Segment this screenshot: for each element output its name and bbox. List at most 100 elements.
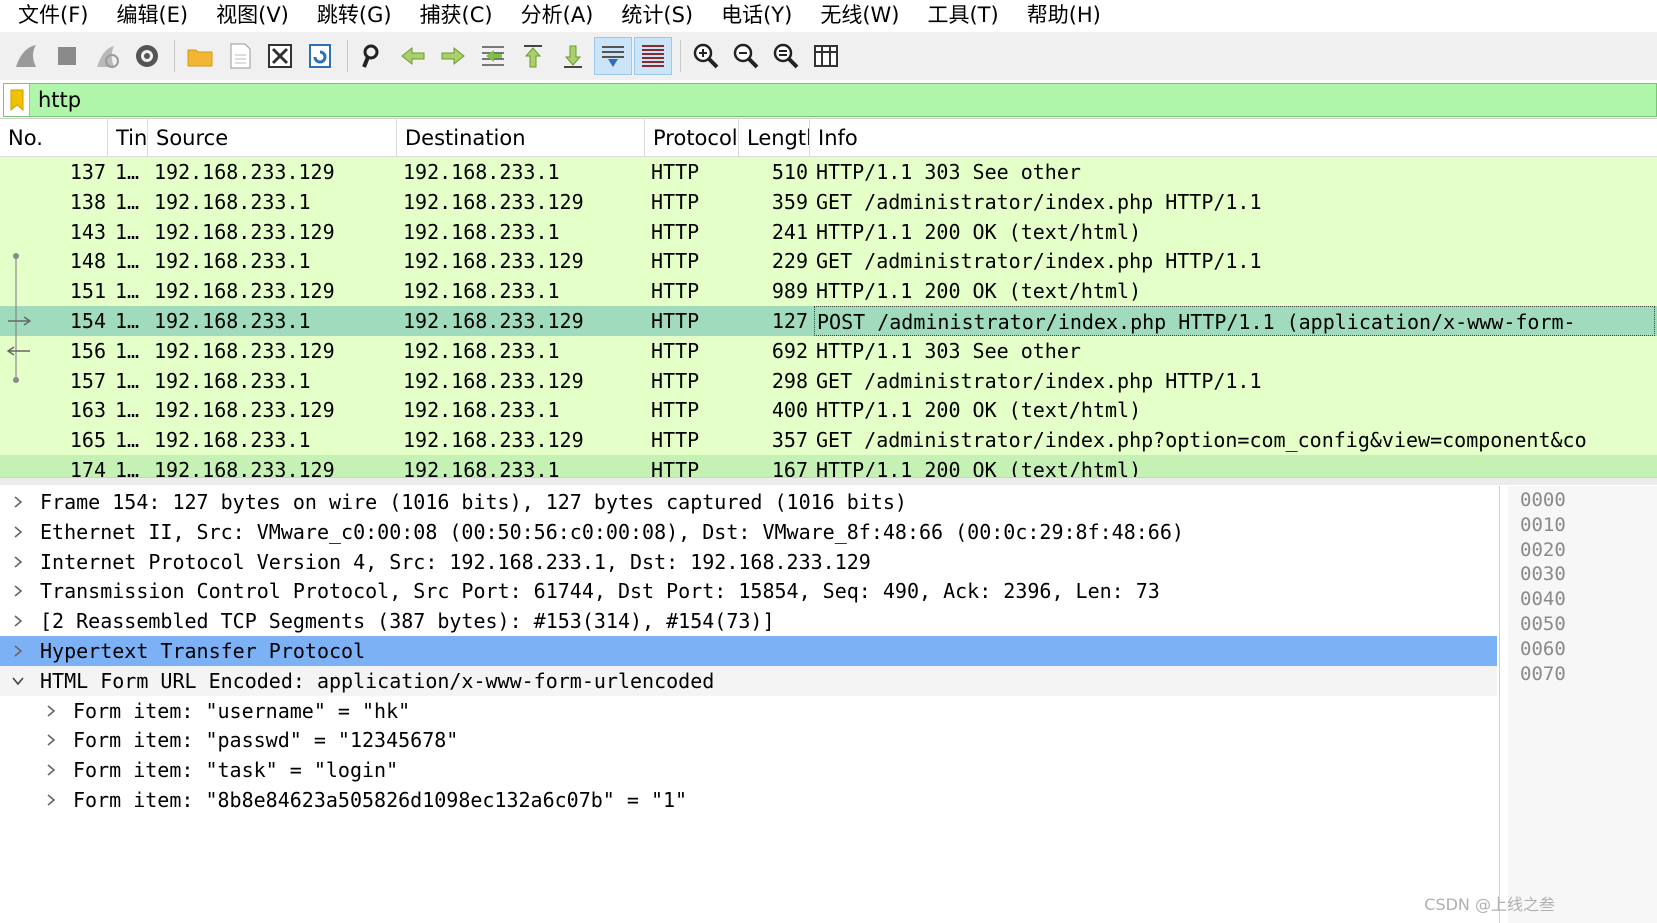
capture-options-icon[interactable] <box>128 37 166 75</box>
chevron-right-icon[interactable] <box>8 576 28 606</box>
menu-item-7[interactable]: 电话(Y) <box>707 0 806 32</box>
packet-cell-time: 1… <box>115 279 140 304</box>
detail-tree-item[interactable]: Form item: "username" = "hk" <box>0 696 1497 726</box>
detail-tree-item[interactable]: Form item: "task" = "login" <box>0 755 1497 785</box>
related-packet-marker <box>2 395 34 425</box>
packet-cell-destination: 192.168.233.129 <box>403 249 584 274</box>
packet-row[interactable]: 138 1… 192.168.233.1 192.168.233.129 HTTP 359… <box>0 186 1657 217</box>
shark-fin-start-icon[interactable] <box>8 37 46 75</box>
chevron-right-icon[interactable] <box>41 725 61 755</box>
packet-row[interactable]: 151 1… 192.168.233.129 192.168.233.1 HTTP 989… <box>0 276 1657 307</box>
autoscroll-icon[interactable] <box>594 37 632 75</box>
column-header-protocol[interactable]: Protocol <box>645 119 739 157</box>
last-packet-icon[interactable] <box>554 37 592 75</box>
menu-item-10[interactable]: 帮助(H) <box>1013 0 1115 32</box>
chevron-right-icon[interactable] <box>8 547 28 577</box>
display-filter-bar <box>3 83 1657 117</box>
packet-cell-no: 156 <box>69 338 106 363</box>
zoom-in-icon[interactable] <box>687 37 725 75</box>
packet-cell-time: 1… <box>115 160 140 184</box>
packet-row[interactable]: 157 1… 192.168.233.1 192.168.233.129 HTTP 298… <box>0 365 1657 396</box>
column-header-info[interactable]: Info <box>810 119 1657 157</box>
packet-cell-destination: 192.168.233.129 <box>403 368 584 393</box>
column-header-no[interactable]: No. <box>0 119 108 157</box>
resize-columns-icon[interactable] <box>807 37 845 75</box>
open-file-icon[interactable] <box>181 37 219 75</box>
column-header-length[interactable]: Lengtl <box>739 119 810 157</box>
detail-tree-item[interactable]: Frame 154: 127 bytes on wire (1016 bits)… <box>0 487 1497 517</box>
go-to-packet-icon[interactable] <box>474 37 512 75</box>
packet-cell-source: 192.168.233.129 <box>154 160 335 184</box>
menu-item-5[interactable]: 分析(A) <box>507 0 608 32</box>
menu-item-3[interactable]: 跳转(G) <box>303 0 406 32</box>
packet-row[interactable]: 143 1… 192.168.233.129 192.168.233.1 HTTP 241… <box>0 216 1657 247</box>
column-header-time[interactable]: Tin <box>108 119 148 157</box>
packet-cell-length: 127 <box>771 309 808 333</box>
detail-tree-item[interactable]: Hypertext Transfer Protocol <box>0 636 1497 666</box>
related-packet-marker <box>2 306 34 336</box>
detail-tree-item[interactable]: [2 Reassembled TCP Segments (387 bytes):… <box>0 606 1497 636</box>
chevron-right-icon[interactable] <box>8 606 28 636</box>
filter-bookmark-icon[interactable] <box>4 84 30 116</box>
zoom-out-icon[interactable] <box>727 37 765 75</box>
chevron-right-icon[interactable] <box>41 785 61 815</box>
display-filter-input[interactable] <box>30 84 1656 116</box>
menu-item-0[interactable]: 文件(F) <box>4 0 102 32</box>
packet-cell-info: HTTP/1.1 303 See other <box>816 160 1081 184</box>
packet-row[interactable]: 174 1… 192.168.233.129 192.168.233.1 HTTP 167… <box>0 455 1657 477</box>
detail-tree-item[interactable]: Form item: "8b8e84623a505826d1098ec132a6… <box>0 785 1497 815</box>
detail-tree-item[interactable]: Form item: "passwd" = "12345678" <box>0 725 1497 755</box>
colorize-icon[interactable] <box>634 37 672 75</box>
packet-cell-protocol: HTTP <box>651 368 700 393</box>
watermark: CSDN @上线之叁 <box>1424 895 1555 914</box>
close-file-icon[interactable] <box>261 37 299 75</box>
detail-tree-item[interactable]: Ethernet II, Src: VMware_c0:00:08 (00:50… <box>0 517 1497 547</box>
menu-item-8[interactable]: 无线(W) <box>806 0 913 32</box>
first-packet-icon[interactable] <box>514 37 552 75</box>
packet-cell-length: 298 <box>771 368 808 393</box>
packet-cell-no: 165 <box>69 428 106 453</box>
menu-item-6[interactable]: 统计(S) <box>607 0 707 32</box>
restart-capture-icon[interactable] <box>88 37 126 75</box>
hex-offset: 0050 <box>1520 613 1566 635</box>
menu-item-2[interactable]: 视图(V) <box>202 0 303 32</box>
menu-item-4[interactable]: 捕获(C) <box>406 0 507 32</box>
go-forward-icon[interactable] <box>434 37 472 75</box>
chevron-down-icon[interactable] <box>8 666 28 696</box>
packet-row[interactable]: 137 1… 192.168.233.129 192.168.233.1 HTTP 510… <box>0 157 1657 187</box>
related-packet-marker <box>2 365 34 396</box>
column-header-destination[interactable]: Destination <box>397 119 645 157</box>
packet-cell-time: 1… <box>115 428 140 453</box>
packet-cell-no: 138 <box>69 189 106 214</box>
packet-cell-info: GET /administrator/index.php HTTP/1.1 <box>816 189 1262 214</box>
save-file-icon[interactable] <box>221 37 259 75</box>
menu-item-1[interactable]: 编辑(E) <box>102 0 202 32</box>
pane-splitter[interactable] <box>0 477 1657 485</box>
chevron-right-icon[interactable] <box>8 487 28 517</box>
column-header-source[interactable]: Source <box>148 119 397 157</box>
packet-row[interactable]: 165 1… 192.168.233.1 192.168.233.129 HTTP 357… <box>0 425 1657 456</box>
find-packet-icon[interactable] <box>354 37 392 75</box>
menu-item-9[interactable]: 工具(T) <box>913 0 1012 32</box>
chevron-right-icon[interactable] <box>8 636 28 666</box>
packet-row[interactable]: 154 1… 192.168.233.1 192.168.233.129 HTTP 127… <box>0 306 1657 336</box>
packet-row[interactable]: 156 1… 192.168.233.129 192.168.233.1 HTTP 692… <box>0 335 1657 366</box>
go-back-icon[interactable] <box>394 37 432 75</box>
packet-cell-info: HTTP/1.1 200 OK (text/html) <box>816 458 1142 477</box>
hex-offset: 0060 <box>1520 637 1566 660</box>
zoom-normal-icon[interactable] <box>767 37 805 75</box>
chevron-right-icon[interactable] <box>41 755 61 785</box>
stop-capture-icon[interactable] <box>48 37 86 75</box>
related-packet-marker <box>2 246 34 277</box>
packet-row[interactable]: 163 1… 192.168.233.129 192.168.233.1 HTTP 400… <box>0 395 1657 426</box>
detail-tree-item[interactable]: Internet Protocol Version 4, Src: 192.16… <box>0 547 1497 577</box>
detail-tree-item[interactable]: Transmission Control Protocol, Src Port:… <box>0 576 1497 606</box>
chevron-right-icon[interactable] <box>41 696 61 726</box>
detail-tree-label: Form item: "8b8e84623a505826d1098ec132a6… <box>73 788 688 812</box>
detail-tree-item[interactable]: HTML Form URL Encoded: application/x-www… <box>0 665 1497 696</box>
packet-cell-info: GET /administrator/index.php?option=com_… <box>816 428 1587 453</box>
reload-file-icon[interactable] <box>301 37 339 75</box>
chevron-right-icon[interactable] <box>8 517 28 547</box>
packet-cell-destination: 192.168.233.1 <box>403 458 560 477</box>
packet-row[interactable]: 148 1… 192.168.233.1 192.168.233.129 HTTP 229… <box>0 246 1657 277</box>
